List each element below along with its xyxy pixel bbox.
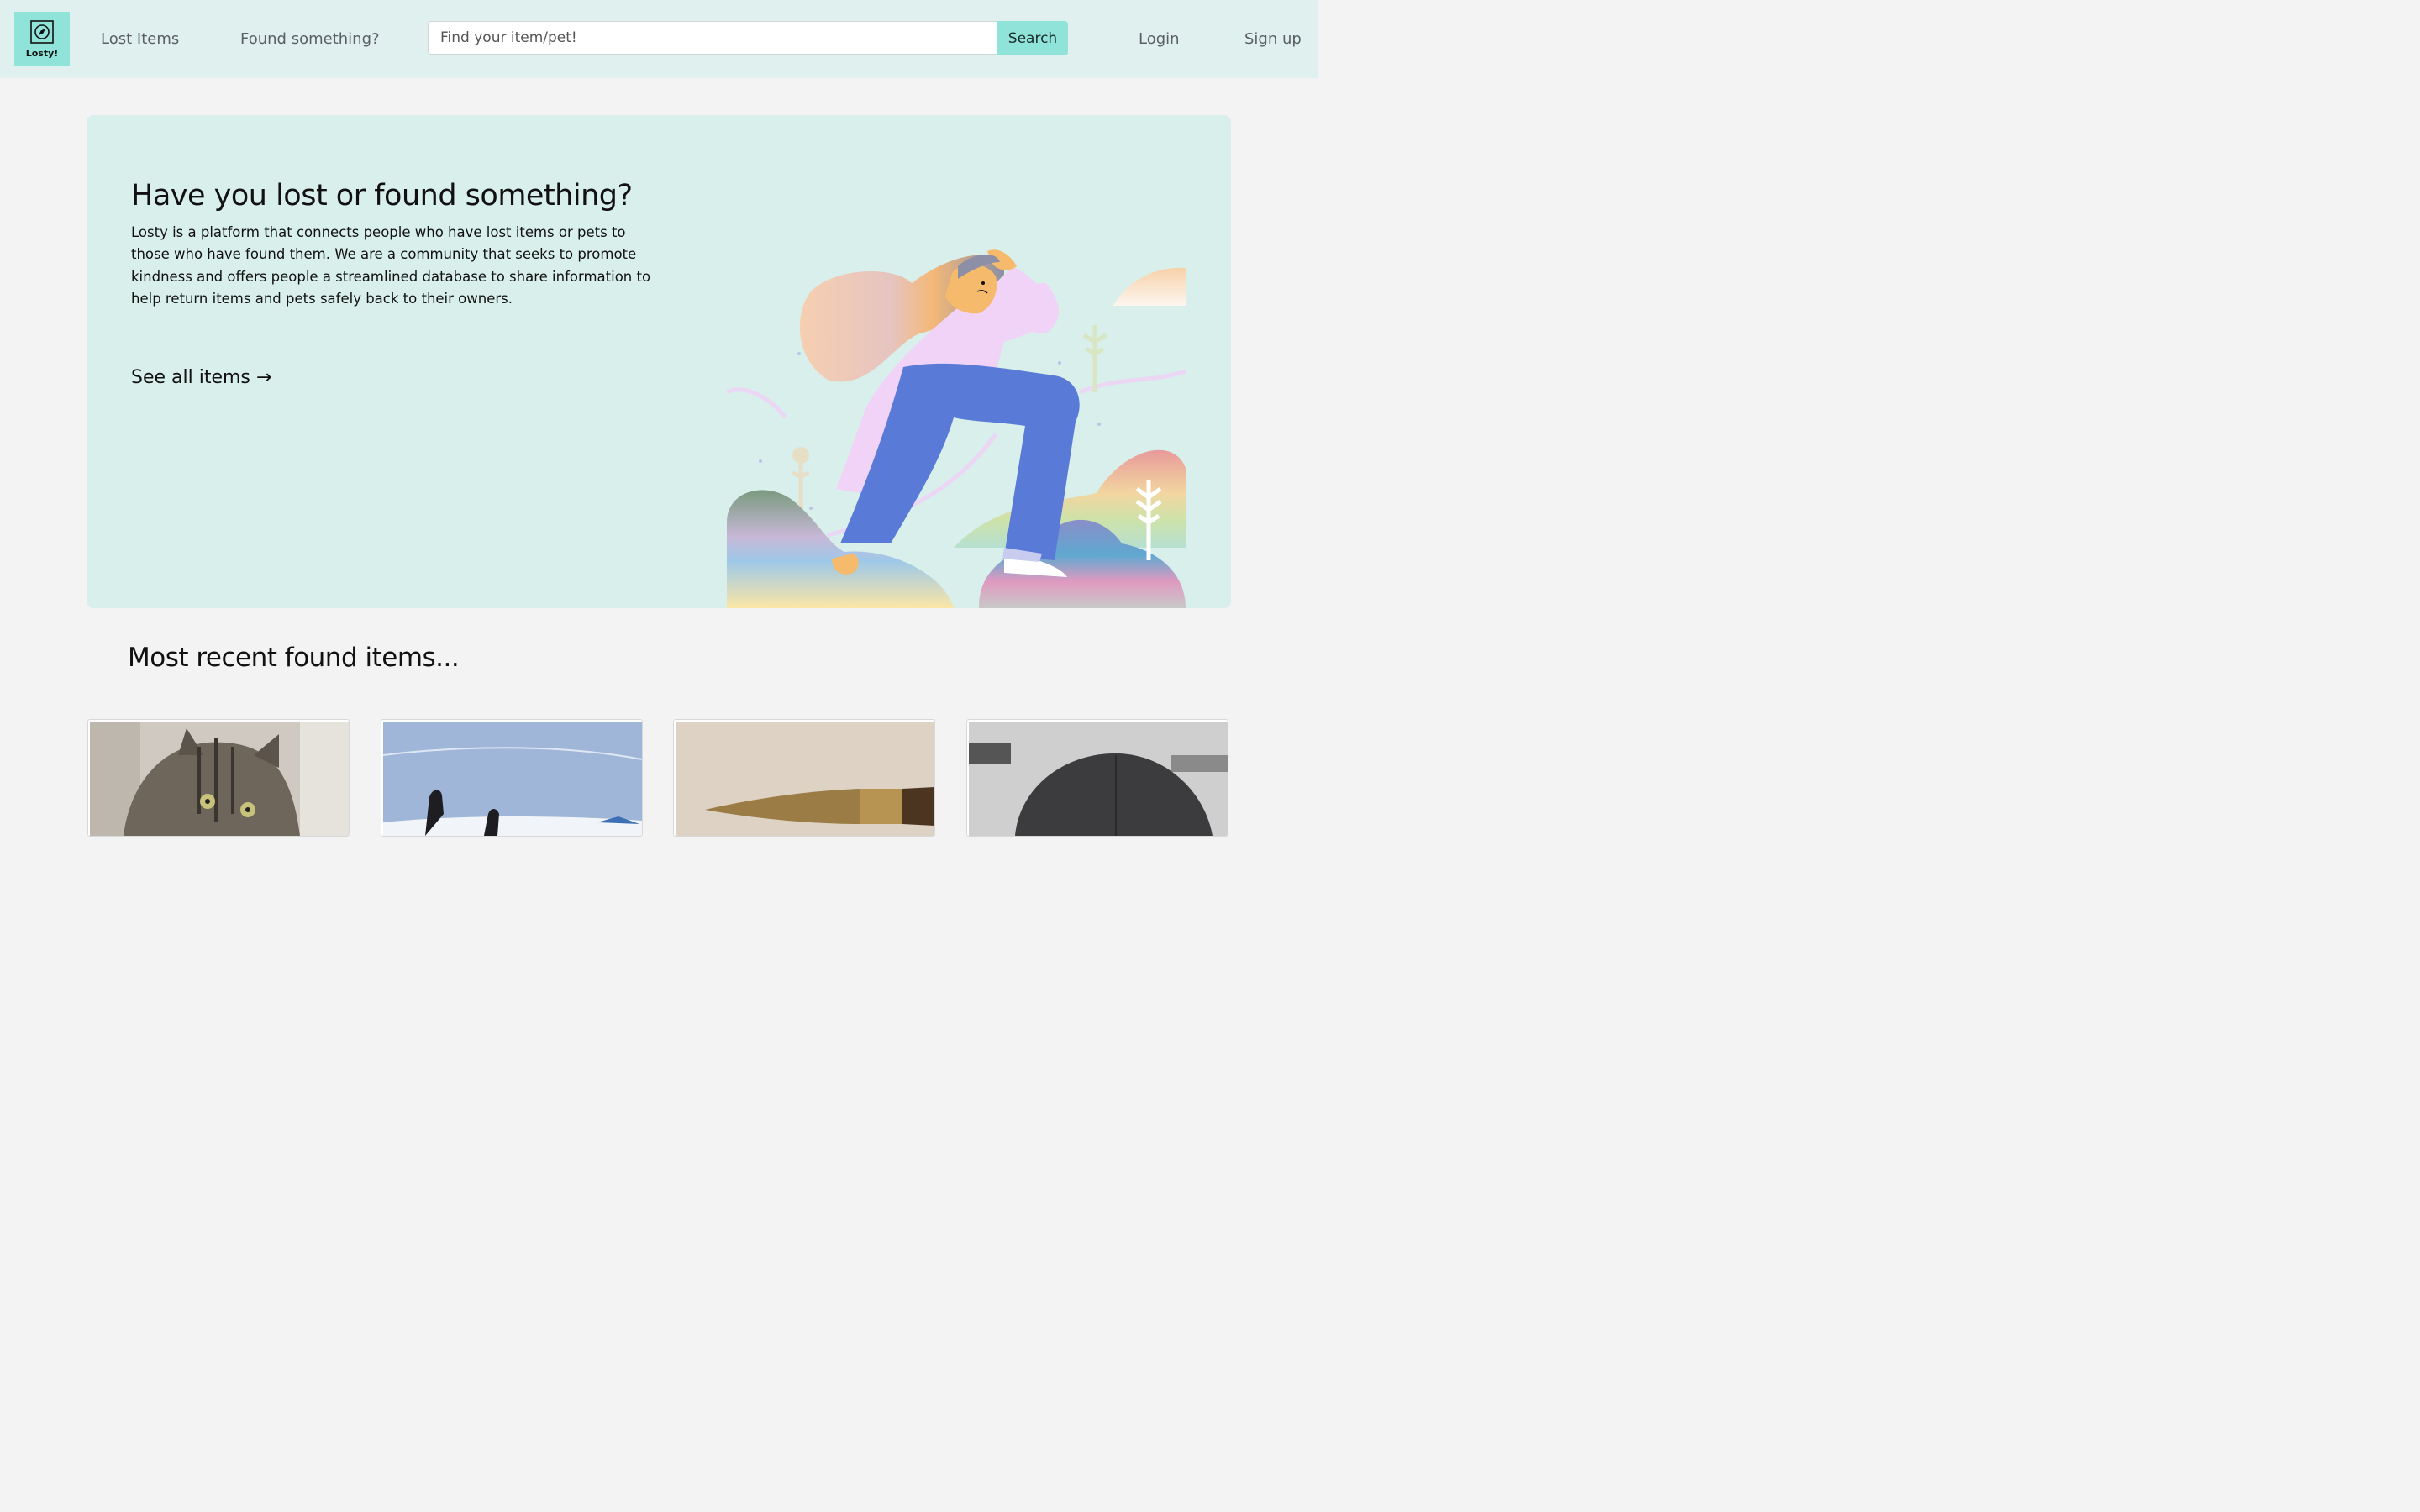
recent-items-title: Most recent found items...	[128, 643, 460, 673]
ski-gloves-snow-photo	[383, 722, 642, 836]
logo-text: Losty!	[25, 48, 59, 59]
fountain-pen-photo	[676, 722, 934, 836]
search-button[interactable]: Search	[997, 21, 1068, 55]
login-link[interactable]: Login	[1139, 30, 1180, 48]
tabby-cat-photo	[90, 722, 349, 836]
hero-banner: Have you lost or found something? Losty …	[87, 115, 1231, 608]
nav-lost-items[interactable]: Lost Items	[101, 30, 179, 48]
found-item-card[interactable]	[673, 719, 935, 837]
search-input[interactable]	[428, 21, 997, 55]
hero-description: Losty is a platform that connects people…	[131, 224, 651, 307]
hero-illustration	[727, 249, 1186, 608]
logo[interactable]: Losty!	[14, 12, 70, 66]
see-all-items-link[interactable]: See all items →	[131, 367, 271, 388]
black-cap-photo	[969, 722, 1228, 836]
found-item-card[interactable]	[966, 719, 1228, 837]
hero-title: Have you lost or found something?	[131, 179, 633, 213]
found-item-card[interactable]	[87, 719, 350, 837]
compass-icon	[30, 20, 54, 44]
navbar: Losty! Lost Items Found something? Searc…	[0, 0, 1318, 78]
signup-link[interactable]: Sign up	[1244, 30, 1302, 48]
nav-found-something[interactable]: Found something?	[240, 30, 380, 48]
found-item-card[interactable]	[381, 719, 643, 837]
